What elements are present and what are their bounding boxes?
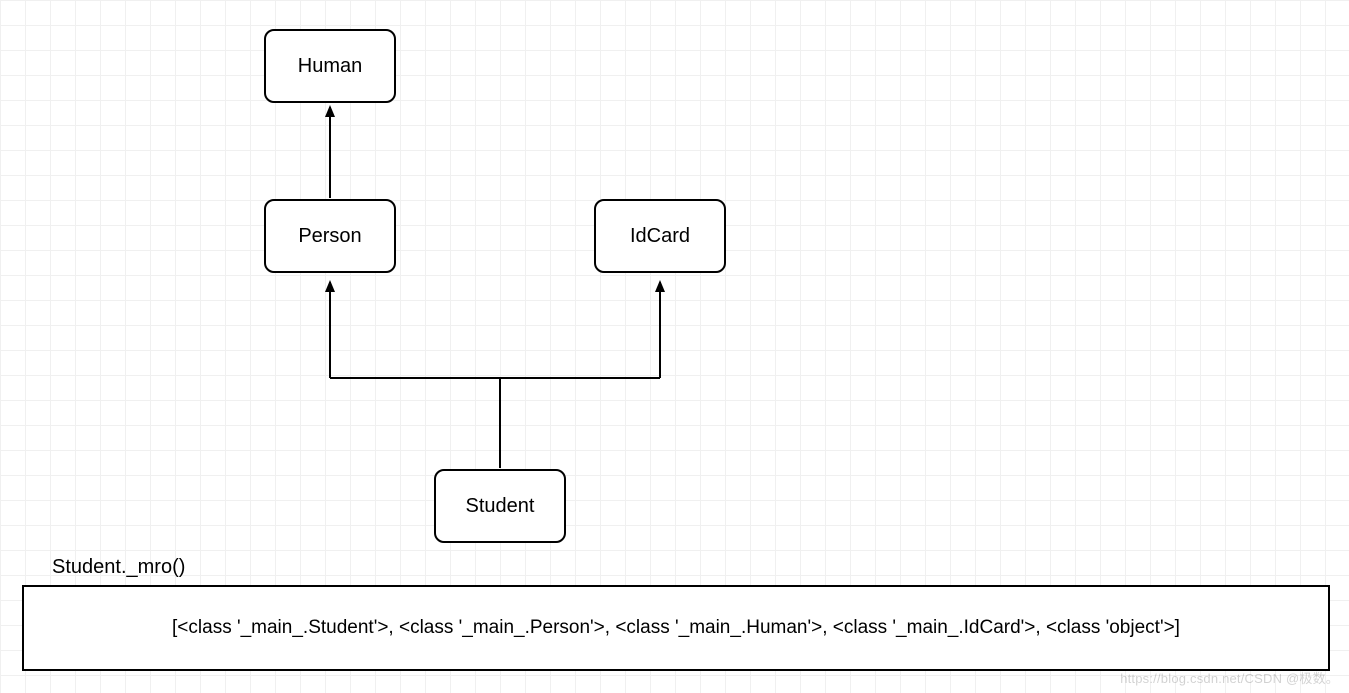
node-person: Person bbox=[264, 199, 396, 273]
watermark-text: https://blog.csdn.net/CSDN @极数。 bbox=[1120, 668, 1339, 687]
diagram-canvas: Human Person IdCard Student Student._mro… bbox=[0, 0, 1349, 693]
node-human-label: Human bbox=[298, 55, 362, 78]
node-person-label: Person bbox=[298, 225, 361, 248]
mro-call-label: Student._mro() bbox=[52, 556, 185, 579]
node-human: Human bbox=[264, 29, 396, 103]
mro-output-box: [<class '_main_.Student'>, <class '_main… bbox=[22, 585, 1330, 671]
node-idcard: IdCard bbox=[594, 199, 726, 273]
node-student: Student bbox=[434, 469, 566, 543]
node-idcard-label: IdCard bbox=[630, 225, 690, 248]
mro-output-text: [<class '_main_.Student'>, <class '_main… bbox=[172, 617, 1180, 639]
node-student-label: Student bbox=[466, 495, 535, 518]
